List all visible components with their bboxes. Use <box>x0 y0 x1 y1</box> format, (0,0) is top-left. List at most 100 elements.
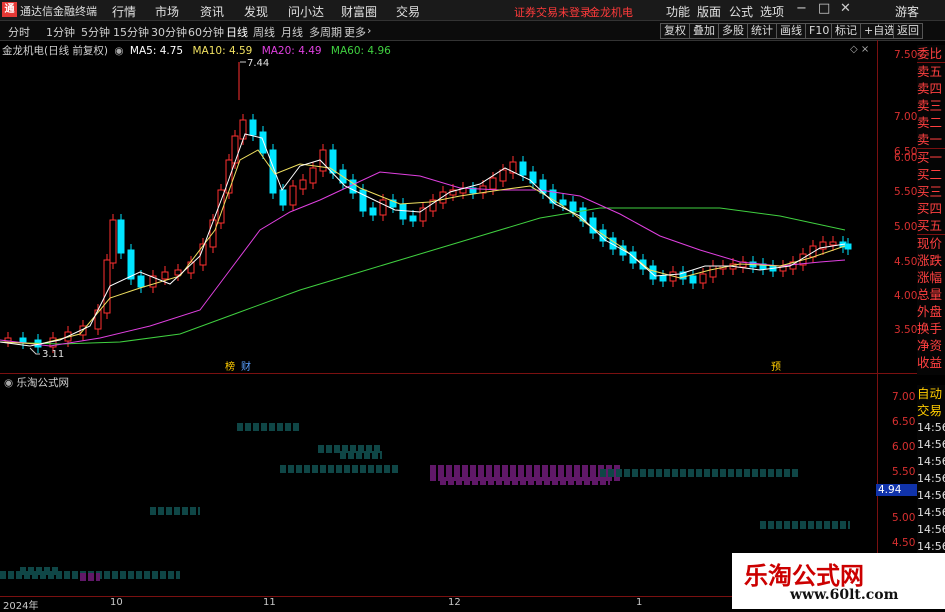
tick-time: 14:56 <box>917 438 945 451</box>
kline-chart[interactable] <box>0 40 877 373</box>
candle[interactable] <box>659 275 667 282</box>
btn-back[interactable]: 返回 <box>893 23 923 39</box>
menu-caifuquan[interactable]: 财富圈 <box>341 3 377 20</box>
btn-biaoji[interactable]: 标记 <box>831 23 861 39</box>
btn-diejia[interactable]: 叠加 <box>689 23 719 39</box>
title-bar: 通 通达信金融终端 行情 市场 资讯 发现 问小达 财富圈 交易 证券交易未登录… <box>0 0 945 21</box>
candle[interactable] <box>689 275 697 284</box>
menu-faxian[interactable]: 发现 <box>244 3 268 20</box>
candle[interactable] <box>399 203 407 220</box>
btn-duogu[interactable]: 多股 <box>718 23 748 39</box>
x-tick: 11 <box>263 597 276 608</box>
quote-label: 卖四 <box>917 81 943 96</box>
quote-label: 总量 <box>917 287 943 302</box>
quote-label: 现价 <box>917 236 943 251</box>
menu-xuanxiang[interactable]: 选项 <box>760 3 784 20</box>
candle[interactable] <box>369 207 377 216</box>
candle[interactable] <box>299 179 307 190</box>
period-30min[interactable]: 30分钟 <box>151 24 187 40</box>
quote-label: 买二 <box>917 167 943 182</box>
candle[interactable] <box>499 169 507 182</box>
period-multi[interactable]: 多周期 <box>309 24 342 40</box>
quote-label: 买四 <box>917 201 943 216</box>
candle[interactable] <box>409 215 417 222</box>
btn-f10[interactable]: F10 <box>805 23 834 39</box>
period-fenshi[interactable]: 分时 <box>8 24 30 40</box>
close-icon[interactable]: ✕ <box>840 1 851 16</box>
menu-jiaoyi[interactable]: 交易 <box>396 3 420 20</box>
candle[interactable] <box>137 275 145 288</box>
period-15min[interactable]: 15分钟 <box>113 24 149 40</box>
candle[interactable] <box>225 159 233 194</box>
event-yu-icon[interactable]: 预 <box>770 358 782 373</box>
candle[interactable] <box>239 119 247 140</box>
tick-time: 14:56 <box>917 506 945 519</box>
quote-label: 涨幅 <box>917 270 943 285</box>
candle[interactable] <box>231 135 239 164</box>
tick-title[interactable]: 交易 <box>917 402 945 419</box>
period-5min[interactable]: 5分钟 <box>81 24 110 40</box>
menu-banmian[interactable]: 版面 <box>697 3 721 20</box>
app-logo-icon: 通 <box>2 2 17 17</box>
candle[interactable] <box>209 219 217 248</box>
candle[interactable] <box>519 161 527 176</box>
btn-tongji[interactable]: 统计 <box>747 23 777 39</box>
candle[interactable] <box>249 119 257 136</box>
menu-gongshi[interactable]: 公式 <box>729 3 753 20</box>
period-60min[interactable]: 60分钟 <box>188 24 224 40</box>
candle[interactable] <box>103 259 111 314</box>
tick-panel: 自动交易14:5614:5614:5614:5614:5614:5614:561… <box>917 385 945 555</box>
ma10-line <box>0 149 846 345</box>
candle[interactable] <box>109 219 117 264</box>
event-cai-icon[interactable]: 财 <box>240 358 252 373</box>
candle[interactable] <box>844 243 852 250</box>
tick-time: 14:56 <box>917 455 945 468</box>
low-price-label: 3.11 <box>42 349 65 360</box>
quote-label: 委比 <box>917 45 945 63</box>
y-tick: 6.00 <box>894 152 918 164</box>
candle[interactable] <box>709 265 717 278</box>
main-y-axis: 7.50 7.00 6.50 6.00 5.50 5.00 4.50 4.00 … <box>877 40 918 373</box>
chevron-right-icon[interactable]: › <box>367 24 371 37</box>
login-warning[interactable]: 证券交易未登录 <box>514 4 591 20</box>
period-daily[interactable]: 日线 <box>226 24 248 40</box>
candle[interactable] <box>161 271 169 280</box>
minimize-icon[interactable]: − <box>796 1 807 16</box>
period-weekly[interactable]: 周线 <box>253 24 275 40</box>
candle[interactable] <box>489 177 497 190</box>
menu-hangqing[interactable]: 行情 <box>112 3 136 20</box>
quote-label: 净资 <box>917 338 943 353</box>
menu-shichang[interactable]: 市场 <box>155 3 179 20</box>
quote-label: 卖三 <box>917 98 943 113</box>
event-bang-icon[interactable]: 榜 <box>224 358 236 373</box>
x-tick: 1 <box>636 597 643 608</box>
candle[interactable] <box>259 131 267 154</box>
guest-login[interactable]: 游客 <box>895 3 919 20</box>
period-monthly[interactable]: 月线 <box>281 24 303 40</box>
candle[interactable] <box>699 273 707 284</box>
candle[interactable] <box>829 241 837 246</box>
sub-y-tick: 7.00 <box>892 391 916 403</box>
app-title: 通达信金融终端 <box>20 5 97 18</box>
menu-wenxiaoda[interactable]: 问小达 <box>288 3 324 20</box>
tick-title[interactable]: 自动 <box>917 385 945 402</box>
btn-fuquan[interactable]: 复权 <box>660 23 690 39</box>
candle[interactable] <box>127 249 135 280</box>
menu-gongneng[interactable]: 功能 <box>666 3 690 20</box>
menu-zixun[interactable]: 资讯 <box>200 3 224 20</box>
period-more[interactable]: 更多 <box>344 24 366 40</box>
candle[interactable] <box>309 167 317 184</box>
period-1min[interactable]: 1分钟 <box>46 24 75 40</box>
candle[interactable] <box>379 199 387 216</box>
candle[interactable] <box>279 189 287 206</box>
quote-label: 外盘 <box>917 304 943 319</box>
quote-label: 买五 <box>917 217 945 235</box>
current-value-badge: 4.94 <box>876 484 918 496</box>
candle[interactable] <box>117 219 125 254</box>
candle[interactable] <box>569 201 577 212</box>
sub-y-tick: 6.50 <box>892 416 916 428</box>
btn-huaxian[interactable]: 画线 <box>776 23 806 39</box>
maximize-icon[interactable]: □ <box>818 1 830 16</box>
candle[interactable] <box>289 185 297 206</box>
sub-y-tick: 5.00 <box>892 512 916 524</box>
